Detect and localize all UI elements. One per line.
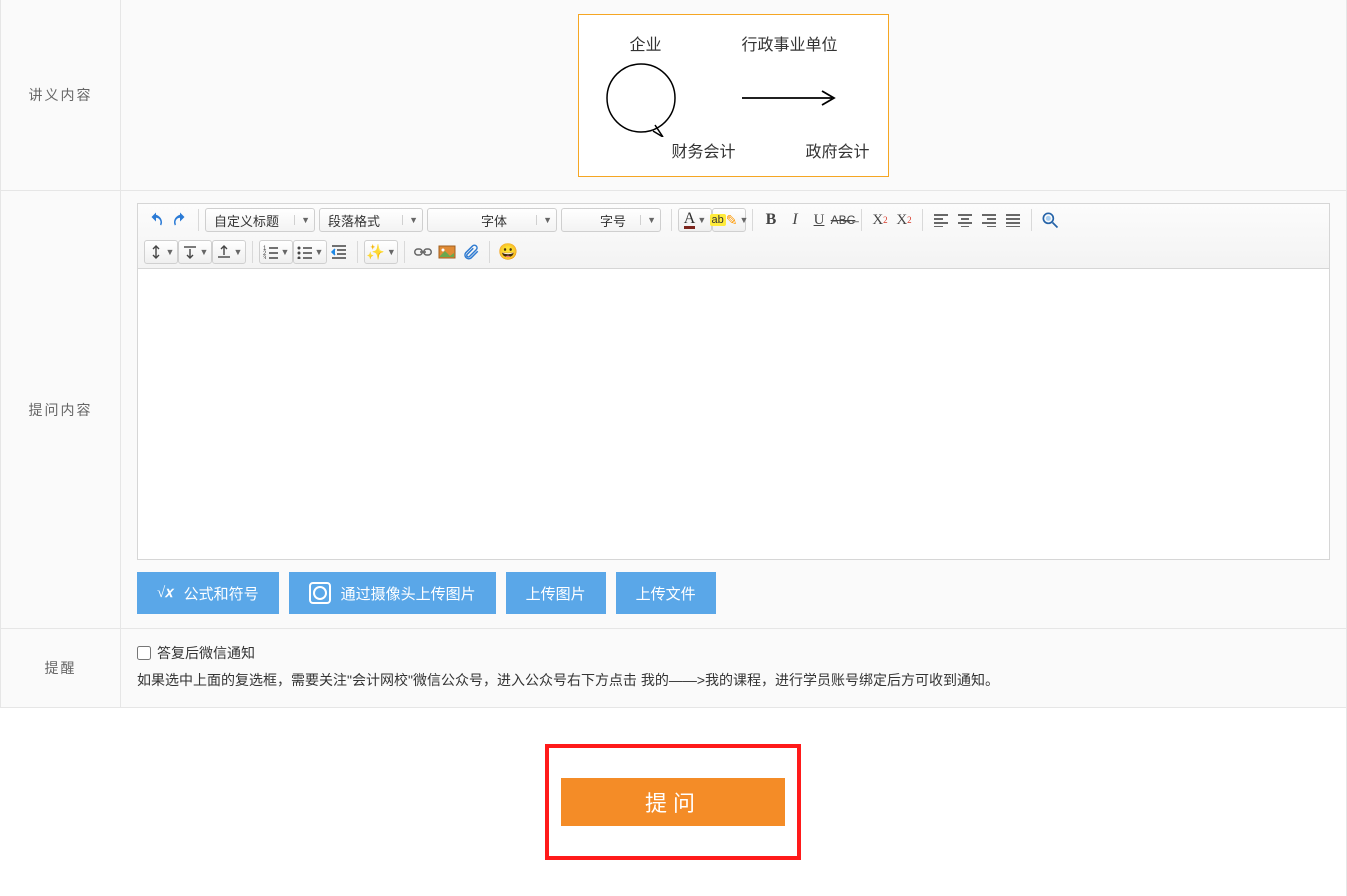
subscript-button[interactable]: X2 <box>892 208 916 232</box>
submit-area: 提问 <box>0 708 1347 896</box>
label-lecture: 讲义内容 <box>1 0 121 190</box>
rich-text-editor: 自定义标题 ▼ 段落格式 ▼ 字体 ▼ 字号 ▼ A ▼ <box>137 203 1330 560</box>
formula-label: 公式和符号 <box>184 583 259 604</box>
editor-toolbar: 自定义标题 ▼ 段落格式 ▼ 字体 ▼ 字号 ▼ A ▼ <box>138 204 1329 269</box>
superscript-button[interactable]: X2 <box>868 208 892 232</box>
paragraph-format-label: 段落格式 <box>328 211 380 230</box>
chevron-down-icon: ▼ <box>697 215 706 225</box>
chevron-down-icon: ▼ <box>315 247 324 257</box>
italic-button[interactable]: I <box>783 208 807 232</box>
chevron-down-icon: ▼ <box>740 215 749 225</box>
camera-icon <box>309 582 331 604</box>
zoom-button[interactable] <box>1038 208 1062 232</box>
ordered-list-button[interactable]: 123 ▼ <box>259 240 293 264</box>
reminder-content-cell: 答复后微信通知 如果选中上面的复选框，需要关注"会计网校"微信公众号，进入公众号… <box>121 629 1346 707</box>
unordered-list-button[interactable]: ▼ <box>293 240 327 264</box>
font-family-select[interactable]: 字体 ▼ <box>427 208 557 232</box>
chevron-down-icon: ▼ <box>234 247 243 257</box>
custom-title-label: 自定义标题 <box>214 211 279 230</box>
formula-button[interactable]: √𝑥 公式和符号 <box>137 572 279 614</box>
chevron-down-icon: ▼ <box>536 215 552 225</box>
chevron-down-icon: ▼ <box>281 247 290 257</box>
chevron-down-icon: ▼ <box>200 247 209 257</box>
paragraph-format-select[interactable]: 段落格式 ▼ <box>319 208 423 232</box>
custom-title-select[interactable]: 自定义标题 ▼ <box>205 208 315 232</box>
label-question: 提问内容 <box>1 191 121 628</box>
lecture-bottom-row: 财务会计 政府会计 <box>597 138 869 162</box>
camera-upload-button[interactable]: 通过摄像头上传图片 <box>289 572 496 614</box>
toolbar-separator <box>861 209 862 231</box>
wechat-notify-label: 答复后微信通知 <box>157 643 255 663</box>
row-question: 提问内容 自定义标题 ▼ 段落格式 ▼ <box>0 191 1347 629</box>
question-content-cell: 自定义标题 ▼ 段落格式 ▼ 字体 ▼ 字号 ▼ A ▼ <box>121 191 1346 628</box>
wechat-notify-checkbox-wrapper[interactable]: 答复后微信通知 <box>137 643 1330 663</box>
font-color-button[interactable]: A ▼ <box>678 208 712 232</box>
formula-icon: √𝑥 <box>157 584 174 602</box>
undo-button[interactable] <box>144 208 168 232</box>
lecture-text-gov-accounting: 政府会计 <box>806 138 870 162</box>
upload-image-button[interactable]: 上传图片 <box>506 572 606 614</box>
lecture-diagram-box: 企业 行政事业单位 财务会计 政 <box>578 14 888 177</box>
row-lecture: 讲义内容 企业 行政事业单位 <box>0 0 1347 191</box>
magic-format-button[interactable]: ✨ ▼ <box>364 240 398 264</box>
lecture-top-row: 企业 行政事业单位 <box>597 15 869 55</box>
chevron-down-icon: ▼ <box>640 215 656 225</box>
spacing-after-button[interactable]: ▼ <box>212 240 246 264</box>
chevron-down-icon: ▼ <box>387 247 396 257</box>
submit-highlight-box: 提问 <box>545 744 801 860</box>
align-justify-button[interactable] <box>1001 208 1025 232</box>
align-left-button[interactable] <box>929 208 953 232</box>
outdent-button[interactable] <box>327 240 351 264</box>
bold-button[interactable]: B <box>759 208 783 232</box>
row-reminder: 提醒 答复后微信通知 如果选中上面的复选框，需要关注"会计网校"微信公众号，进入… <box>0 629 1347 708</box>
strikethrough-button[interactable]: AB̶C̶ <box>831 208 855 232</box>
insert-image-button[interactable] <box>435 240 459 264</box>
submit-button[interactable]: 提问 <box>561 778 785 826</box>
toolbar-separator <box>1031 209 1032 231</box>
upload-actions: √𝑥 公式和符号 通过摄像头上传图片 上传图片 上传文件 <box>137 572 1330 614</box>
lecture-text-financial-accounting: 财务会计 <box>671 138 735 162</box>
chevron-down-icon: ▼ <box>166 247 175 257</box>
upload-image-label: 上传图片 <box>526 583 586 604</box>
label-reminder: 提醒 <box>1 629 121 707</box>
toolbar-separator <box>252 241 253 263</box>
align-right-button[interactable] <box>977 208 1001 232</box>
toolbar-separator <box>404 241 405 263</box>
redo-button[interactable] <box>168 208 192 232</box>
insert-attachment-button[interactable] <box>459 240 483 264</box>
lecture-mid-row <box>597 59 869 140</box>
font-size-select[interactable]: 字号 ▼ <box>561 208 661 232</box>
toolbar-separator <box>357 241 358 263</box>
lecture-text-enterprise: 企业 <box>629 31 661 55</box>
toolbar-separator <box>752 209 753 231</box>
right-arrow-icon <box>740 86 840 113</box>
toolbar-separator <box>489 241 490 263</box>
highlight-color-button[interactable]: ab✎ ▼ <box>712 208 746 232</box>
insert-link-button[interactable] <box>411 240 435 264</box>
font-size-label: 字号 <box>600 211 626 230</box>
align-center-button[interactable] <box>953 208 977 232</box>
chevron-down-icon: ▼ <box>294 215 310 225</box>
upload-file-button[interactable]: 上传文件 <box>616 572 716 614</box>
underline-button[interactable]: U <box>807 208 831 232</box>
wechat-notify-checkbox[interactable] <box>137 646 151 660</box>
camera-upload-label: 通过摄像头上传图片 <box>341 583 476 604</box>
toolbar-separator <box>922 209 923 231</box>
font-family-label: 字体 <box>481 211 507 230</box>
svg-text:3: 3 <box>263 256 267 259</box>
chevron-down-icon: ▼ <box>402 215 418 225</box>
upload-file-label: 上传文件 <box>636 583 696 604</box>
circular-arrow-icon <box>603 59 689 140</box>
spacing-before-button[interactable]: ▼ <box>178 240 212 264</box>
insert-emoji-button[interactable]: 😀 <box>496 240 520 264</box>
lecture-text-admin-unit: 行政事业单位 <box>742 31 838 55</box>
toolbar-separator <box>198 209 199 231</box>
toolbar-separator <box>671 209 672 231</box>
editor-textarea[interactable] <box>138 269 1329 559</box>
lecture-content-cell: 企业 行政事业单位 财务会计 政 <box>121 0 1346 190</box>
reminder-note-text: 如果选中上面的复选框，需要关注"会计网校"微信公众号，进入公众号右下方点击 我的… <box>137 669 1330 693</box>
line-height-button[interactable]: ▼ <box>144 240 178 264</box>
